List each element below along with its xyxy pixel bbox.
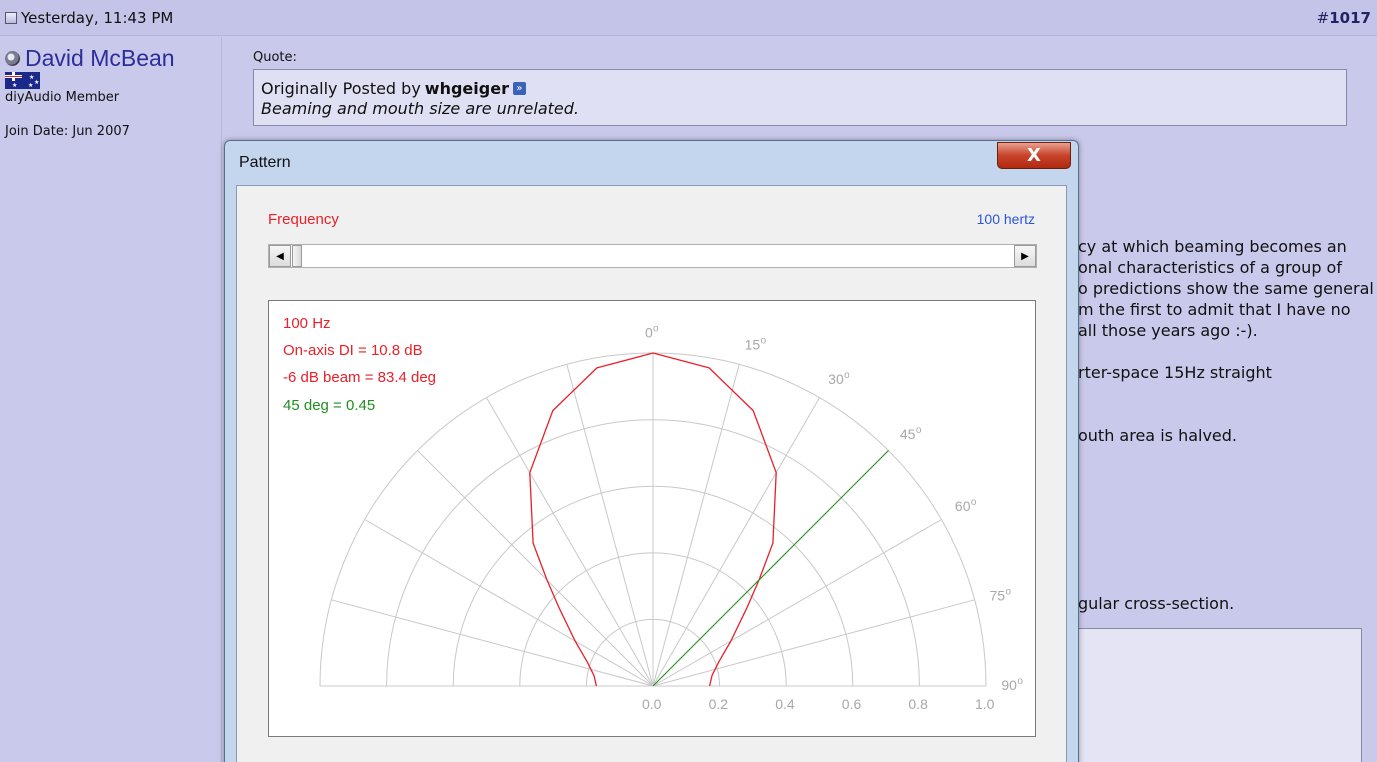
grid-spoke: [486, 397, 654, 687]
frequency-label: Frequency: [268, 211, 339, 228]
chevron-left-icon: ◀: [276, 251, 284, 262]
quote-text: Beaming and mouth size are unrelated.: [261, 99, 579, 118]
grid-spoke: [364, 519, 654, 687]
polar-pattern-plot: 0 o 15 o 30 o 45 o 60 o 75 o 90 o 0.0 0.2 0.4 0.6 0.8 1.0 1…: [268, 300, 1036, 737]
grid-spoke: [566, 364, 654, 687]
post-document-icon: [5, 12, 17, 24]
username-link[interactable]: David McBean: [5, 45, 175, 72]
degree-symbol: o: [916, 425, 922, 436]
username: David McBean: [25, 45, 175, 71]
quote-label: Quote:: [253, 50, 297, 65]
angle-label: 75: [990, 587, 1006, 603]
quote-posted-by: Originally Posted by: [261, 79, 421, 98]
view-post-arrow-icon[interactable]: »: [512, 82, 526, 95]
attachment-box: [1076, 628, 1362, 762]
quote-author: whgeiger: [424, 79, 509, 98]
degree-symbol: o: [761, 335, 767, 346]
info-45-degree: 45 deg = 0.45: [283, 397, 376, 414]
frequency-slider[interactable]: ◀ ▶: [268, 244, 1037, 268]
radius-tick-label: 1.0: [975, 696, 995, 712]
degree-symbol: o: [1006, 586, 1012, 597]
degree-symbol: o: [971, 497, 977, 508]
angle-label: 60: [955, 498, 971, 514]
body-text-line: onal characteristics of a group of: [1078, 258, 1342, 277]
australia-flag-icon: ★ ★ ★ ★: [5, 72, 40, 89]
grid-spoke: [331, 599, 654, 687]
grid-spoke: [417, 450, 654, 687]
info-frequency: 100 Hz: [283, 315, 331, 332]
radius-tick-label: 0.4: [775, 696, 795, 712]
scroll-left-button[interactable]: ◀: [269, 245, 291, 267]
quote-box: Originally Posted by whgeiger » Beaming …: [253, 69, 1347, 126]
radius-tick-label: 0.6: [842, 696, 862, 712]
polar-chart: 0 o15 o30 o45 o60 o75 o90 o0.0 0.2 0.4 0.6 0.8 1.0: [319, 324, 1023, 712]
body-text-line: all those years ago :-).: [1078, 321, 1258, 340]
pattern-dialog: Pattern X Frequency 100 hertz ◀ ▶ 0 o 15 o 3…: [224, 140, 1079, 762]
body-text-line: outh area is halved.: [1078, 426, 1238, 445]
join-date: Join Date: Jun 2007: [5, 124, 130, 139]
angle-label: 45: [900, 426, 916, 442]
degree-symbol: o: [653, 324, 659, 335]
angle-label: 30: [828, 371, 844, 387]
radius-tick-label: 0.0: [642, 696, 662, 712]
grid-spoke: [652, 364, 740, 687]
close-button[interactable]: X: [997, 142, 1071, 169]
quote-attribution: Originally Posted by whgeiger »: [261, 79, 1339, 98]
post-number: 1017: [1329, 9, 1371, 27]
radius-tick-label: 0.2: [709, 696, 729, 712]
body-text-line: m the first to admit that I have no: [1078, 300, 1351, 319]
angle-label: 15: [745, 336, 761, 352]
chevron-right-icon: ▶: [1021, 251, 1029, 262]
frequency-value: 100 hertz: [976, 211, 1035, 227]
scroll-right-button[interactable]: ▶: [1014, 245, 1036, 267]
grid-spoke: [652, 599, 975, 687]
slider-thumb[interactable]: [292, 245, 302, 267]
info-directivity-index: On-axis DI = 10.8 dB: [283, 342, 423, 359]
degree-symbol: o: [1017, 676, 1023, 687]
dialog-client-area: Frequency 100 hertz ◀ ▶ 0 o 15 o 30 o 45 o 60 o 75…: [236, 185, 1067, 762]
degree-symbol: o: [844, 370, 850, 381]
info-beam-width: -6 dB beam = 83.4 deg: [283, 369, 437, 386]
post-header: Yesterday, 11:43 PM #1017: [0, 0, 1377, 36]
grid-spoke: [652, 519, 942, 687]
post-date: Yesterday, 11:43 PM: [5, 9, 173, 27]
angle-45-line: [652, 450, 889, 687]
angle-label: 90: [1001, 677, 1017, 693]
grid-spoke: [652, 397, 820, 687]
user-info-column: David McBean ★ ★ ★ ★ diyAudio Member Joi…: [0, 37, 222, 762]
body-text-line: gular cross-section.: [1078, 594, 1235, 613]
body-text-line: rter-space 15Hz straight: [1078, 363, 1272, 382]
body-text-line: cy at which beaming becomes an: [1078, 237, 1347, 256]
post-number-link[interactable]: #1017: [1317, 9, 1371, 27]
post-number-hash: #: [1316, 9, 1330, 27]
close-icon: X: [1027, 145, 1041, 166]
angle-label: 0: [645, 325, 653, 341]
dialog-title: Pattern: [239, 154, 291, 171]
post-date-text: Yesterday, 11:43 PM: [21, 9, 174, 27]
online-status-icon: [5, 51, 20, 66]
body-text-line: o predictions show the same general: [1078, 279, 1374, 298]
user-title: diyAudio Member: [5, 90, 120, 105]
radius-tick-label: 0.8: [908, 696, 928, 712]
